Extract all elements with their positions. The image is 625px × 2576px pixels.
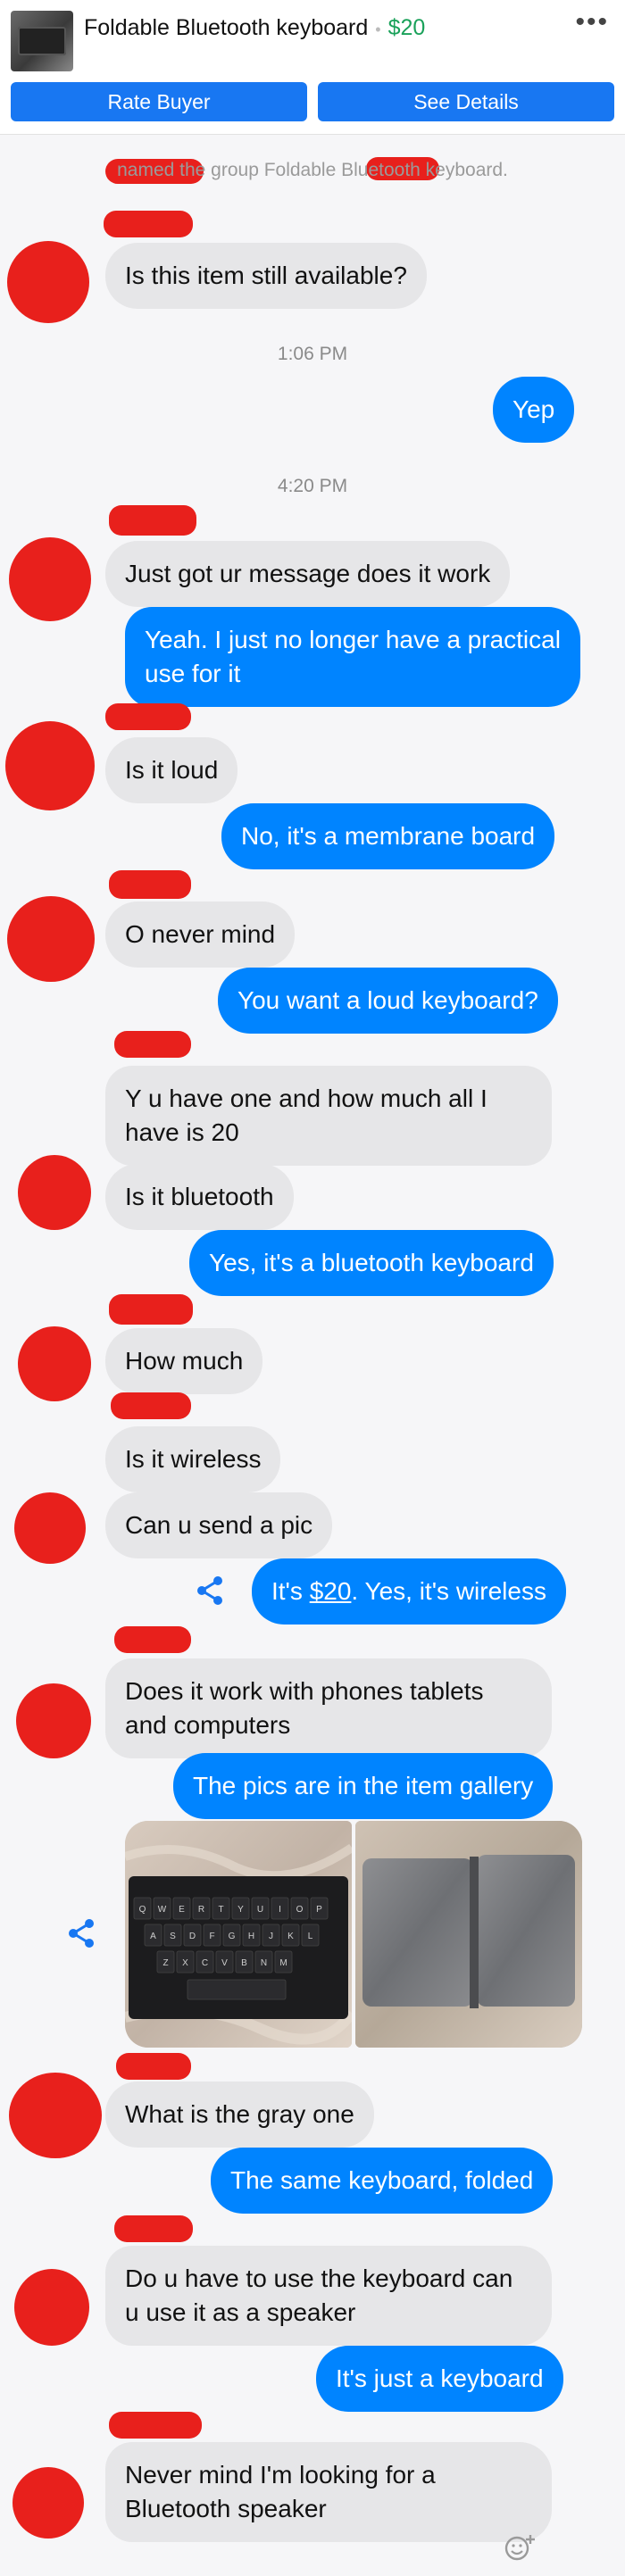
redacted-avatar <box>14 1492 86 1564</box>
outgoing-message[interactable]: Yes, it's a bluetooth keyboard <box>189 1230 554 1296</box>
redacted-sender-name <box>109 1294 193 1325</box>
redacted-avatar <box>9 2073 102 2158</box>
redacted-avatar <box>7 896 95 982</box>
timestamp: 1:06 PM <box>277 344 348 364</box>
keyboard-key-label: J <box>269 1932 273 1941</box>
keyboard-key-label: W <box>158 1905 167 1915</box>
outgoing-message[interactable]: The pics are in the item gallery <box>173 1753 554 1819</box>
keyboard-key-label: X <box>182 1958 188 1968</box>
folded-keyboard-image <box>355 1821 582 2048</box>
outgoing-message[interactable]: You want a loud keyboard? <box>218 968 558 1034</box>
incoming-message[interactable]: O never mind <box>105 902 296 968</box>
redacted-avatar <box>18 1326 91 1401</box>
keyboard-key-label: V <box>221 1958 228 1968</box>
incoming-message[interactable]: What is the gray one <box>105 2082 374 2148</box>
item-title-row: Foldable Bluetooth keyboard • $20 <box>84 12 425 45</box>
keyboard-key-label: G <box>229 1932 236 1941</box>
price-link[interactable]: $20 <box>310 1577 352 1605</box>
keyboard-image: Q W E R T Y U I O P A S D F G H J K L Z X C V B N M <box>125 1821 352 2048</box>
incoming-message[interactable]: How much <box>105 1328 263 1394</box>
redacted-sender-name <box>105 703 191 730</box>
redacted-avatar <box>5 721 95 810</box>
incoming-message[interactable]: Is it loud <box>105 737 238 803</box>
keyboard-key-label: E <box>179 1905 185 1915</box>
share-icon[interactable] <box>193 1573 229 1608</box>
outgoing-message[interactable]: The same keyboard, folded <box>211 2148 554 2214</box>
redacted-avatar <box>14 2269 89 2346</box>
keyboard-key-label: C <box>202 1958 208 1968</box>
keyboard-key-label: F <box>209 1932 214 1941</box>
more-dots-icon[interactable]: ••• <box>575 7 609 37</box>
keyboard-key-label: R <box>198 1905 204 1915</box>
keyboard-key-label: B <box>241 1958 247 1968</box>
outgoing-message[interactable]: Yep <box>493 377 575 443</box>
redacted-sender-name <box>104 211 193 237</box>
redacted-avatar <box>9 537 91 621</box>
redacted-sender-name <box>109 870 191 899</box>
message-text: . Yes, it's wireless <box>351 1577 546 1605</box>
redacted-sender-name <box>109 505 196 536</box>
outgoing-message[interactable]: Yeah. I just no longer have a practical … <box>125 607 580 707</box>
incoming-message[interactable]: Does it work with phones tablets and com… <box>105 1658 552 1758</box>
keyboard-key-label: Z <box>162 1958 168 1968</box>
keyboard-key-label: Q <box>139 1905 146 1915</box>
keyboard-key-label: Y <box>238 1905 244 1915</box>
keyboard-key-label: I <box>279 1905 281 1915</box>
incoming-message[interactable]: Is it bluetooth <box>105 1164 294 1230</box>
keyboard-key-label: O <box>296 1905 304 1915</box>
keyboard-key-label: S <box>170 1932 176 1941</box>
item-price: $20 <box>388 15 426 40</box>
outgoing-message[interactable]: It's $20. Yes, it's wireless <box>252 1558 566 1625</box>
redacted-sender-name <box>116 2053 191 2080</box>
system-notice: named the group Foldable Bluetooth keybo… <box>117 160 508 180</box>
timestamp: 4:20 PM <box>277 476 348 496</box>
keyboard-key-label: U <box>257 1905 263 1915</box>
keyboard-photo[interactable]: Q W E R T Y U I O P A S D F G H J K L Z X C V B N M <box>125 1821 352 2048</box>
keyboard-key-label: P <box>316 1905 322 1915</box>
incoming-message[interactable]: Never mind I'm looking for a Bluetooth s… <box>105 2442 552 2542</box>
incoming-message[interactable]: Is this item still available? <box>105 243 427 309</box>
redacted-sender-name <box>111 1392 191 1419</box>
outgoing-message[interactable]: No, it's a membrane board <box>221 803 555 869</box>
rate-buyer-button[interactable]: Rate Buyer <box>11 82 307 121</box>
item-thumbnail[interactable] <box>11 11 73 71</box>
incoming-message[interactable]: Just got ur message does it work <box>105 541 511 607</box>
folded-keyboard-photo[interactable] <box>355 1821 582 2048</box>
keyboard-key-label: K <box>288 1932 294 1941</box>
see-details-button[interactable]: See Details <box>318 82 614 121</box>
redacted-avatar <box>7 241 89 323</box>
item-title: Foldable Bluetooth keyboard <box>84 15 369 40</box>
incoming-message[interactable]: Is it wireless <box>105 1426 281 1492</box>
redacted-sender-name <box>114 1626 191 1653</box>
redacted-sender-name <box>114 2215 193 2242</box>
redacted-avatar <box>18 1155 91 1230</box>
outgoing-message[interactable]: It's just a keyboard <box>316 2346 563 2412</box>
keyboard-key-label: H <box>248 1932 254 1941</box>
add-reaction-icon[interactable] <box>502 2530 538 2565</box>
redacted-sender-name <box>114 1031 191 1058</box>
redacted-avatar <box>16 1683 91 1758</box>
incoming-message[interactable]: Do u have to use the keyboard can u use … <box>105 2246 552 2346</box>
share-icon[interactable] <box>64 1915 100 1951</box>
message-text: It's <box>271 1577 310 1605</box>
keyboard-key-label: D <box>189 1932 196 1941</box>
redacted-avatar <box>12 2467 84 2539</box>
keyboard-key-label: A <box>150 1932 156 1941</box>
redacted-sender-name <box>109 2412 202 2439</box>
separator-dot: • <box>375 21 381 38</box>
keyboard-key-label: N <box>261 1958 267 1968</box>
keyboard-key-label: L <box>308 1932 313 1941</box>
keyboard-key-label: T <box>218 1905 223 1915</box>
incoming-message[interactable]: Y u have one and how much all I have is … <box>105 1066 552 1166</box>
keyboard-spacebar <box>187 1979 287 2000</box>
listing-header: Foldable Bluetooth keyboard • $20 ••• Rate… <box>0 0 625 135</box>
incoming-message[interactable]: Can u send a pic <box>105 1492 333 1558</box>
keyboard-key-label: M <box>279 1958 287 1968</box>
